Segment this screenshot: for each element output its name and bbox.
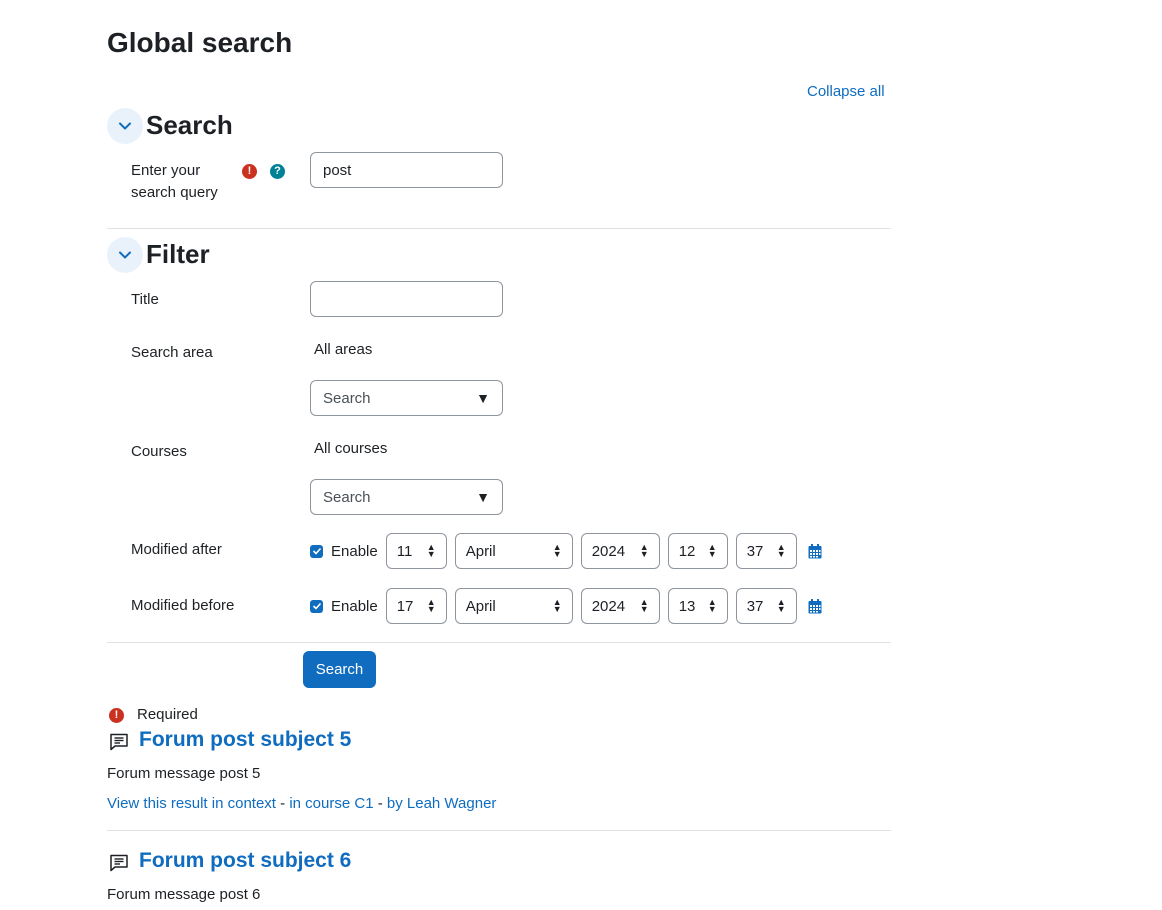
courses-placeholder: Search xyxy=(323,488,371,506)
enable-label: Enable xyxy=(331,542,378,560)
hour-value: 13 xyxy=(678,597,696,615)
modified-after-label: Modified after xyxy=(131,541,222,558)
updown-icon: ▲ ▼ xyxy=(776,542,786,559)
result-divider xyxy=(107,830,891,831)
required-icon: ! xyxy=(109,708,124,723)
month-value: April xyxy=(465,542,496,560)
chevron-down-icon xyxy=(119,122,131,130)
search-query-input[interactable] xyxy=(310,152,503,188)
form-divider xyxy=(107,642,891,643)
collapse-all-link[interactable]: Collapse all xyxy=(807,83,885,100)
title-label: Title xyxy=(131,291,159,308)
modified-after-year-select[interactable]: 2024 ▲ ▼ xyxy=(580,533,660,569)
enable-label: Enable xyxy=(331,597,378,615)
search-area-label: Search area xyxy=(131,344,213,361)
modified-after-month-select[interactable]: April ▲ ▼ xyxy=(454,533,573,569)
result-links: View this result in context - in course … xyxy=(107,795,496,812)
hour-value: 12 xyxy=(678,542,696,560)
updown-icon: ▲ ▼ xyxy=(552,597,562,614)
dropdown-arrow-icon: ▼ xyxy=(476,489,490,505)
separator: - xyxy=(275,795,290,812)
month-value: April xyxy=(465,597,496,615)
modified-before-year-select[interactable]: 2024 ▲ ▼ xyxy=(580,588,660,624)
minute-value: 37 xyxy=(746,597,764,615)
dropdown-arrow-icon: ▼ xyxy=(476,390,490,406)
courses-selection: All courses xyxy=(314,440,388,457)
modified-before-day-select[interactable]: 17 ▲ ▼ xyxy=(385,588,447,624)
courses-label: Courses xyxy=(131,443,187,460)
day-value: 11 xyxy=(396,542,413,560)
updown-icon: ▲ ▼ xyxy=(776,597,786,614)
forum-post-icon xyxy=(110,733,128,751)
modified-before-minute-select[interactable]: 37 ▲ ▼ xyxy=(735,588,797,624)
modified-after-hour-select[interactable]: 12 ▲ ▼ xyxy=(667,533,728,569)
courses-dropdown[interactable]: Search ▼ xyxy=(310,479,503,515)
updown-icon: ▲ ▼ xyxy=(426,597,436,614)
year-value: 2024 xyxy=(591,597,626,615)
updown-icon: ▲ ▼ xyxy=(426,542,436,559)
separator: - xyxy=(373,795,387,812)
check-icon xyxy=(312,602,321,610)
search-area-dropdown[interactable]: Search ▼ xyxy=(310,380,503,416)
updown-icon: ▲ ▼ xyxy=(707,597,717,614)
course-link[interactable]: in course C1 xyxy=(289,795,373,812)
help-icon[interactable]: ? xyxy=(270,164,285,179)
filter-section-title: Filter xyxy=(146,239,210,269)
check-icon xyxy=(312,547,321,555)
required-icon: ! xyxy=(242,164,257,179)
result-title-link[interactable]: Forum post subject 6 xyxy=(139,849,351,873)
title-input[interactable] xyxy=(310,281,503,317)
search-area-placeholder: Search xyxy=(323,389,371,407)
calendar-icon[interactable] xyxy=(808,598,822,614)
modified-after-day-select[interactable]: 11 ▲ ▼ xyxy=(385,533,447,569)
modified-before-label: Modified before xyxy=(131,597,235,614)
view-in-context-link[interactable]: View this result in context xyxy=(107,795,276,812)
updown-icon: ▲ ▼ xyxy=(639,597,649,614)
minute-value: 37 xyxy=(746,542,764,560)
chevron-down-icon xyxy=(119,251,131,259)
search-area-selection: All areas xyxy=(314,341,373,358)
modified-before-month-select[interactable]: April ▲ ▼ xyxy=(454,588,573,624)
calendar-icon[interactable] xyxy=(808,543,822,559)
result-message: Forum message post 5 xyxy=(107,765,261,782)
search-section-title: Search xyxy=(146,110,233,140)
modified-before-row: Enable 17 ▲ ▼ April ▲ ▼ 2024 ▲ ▼ 13 ▲ ▼ 37 ▲ ▼ xyxy=(310,588,822,624)
section-divider xyxy=(107,228,891,229)
updown-icon: ▲ ▼ xyxy=(707,542,717,559)
search-section-toggle[interactable] xyxy=(107,108,143,144)
modified-after-row: Enable 11 ▲ ▼ April ▲ ▼ 2024 ▲ ▼ 12 ▲ ▼ 37 ▲ ▼ xyxy=(310,533,822,569)
updown-icon: ▲ ▼ xyxy=(552,542,562,559)
modified-before-enable-checkbox[interactable] xyxy=(310,599,323,613)
forum-post-icon xyxy=(110,854,128,872)
result-title-link[interactable]: Forum post subject 5 xyxy=(139,728,351,752)
day-value: 17 xyxy=(396,597,414,615)
year-value: 2024 xyxy=(591,542,626,560)
filter-section-toggle[interactable] xyxy=(107,237,143,273)
modified-after-enable-checkbox[interactable] xyxy=(310,544,323,558)
author-link[interactable]: by Leah Wagner xyxy=(387,795,497,812)
search-submit-button[interactable]: Search xyxy=(303,651,376,688)
required-note: Required xyxy=(137,706,198,723)
query-label: Enter your search query xyxy=(131,162,218,201)
page-title: Global search xyxy=(107,27,293,58)
modified-after-minute-select[interactable]: 37 ▲ ▼ xyxy=(735,533,797,569)
updown-icon: ▲ ▼ xyxy=(639,542,649,559)
result-message: Forum message post 6 xyxy=(107,886,261,903)
modified-before-hour-select[interactable]: 13 ▲ ▼ xyxy=(667,588,728,624)
